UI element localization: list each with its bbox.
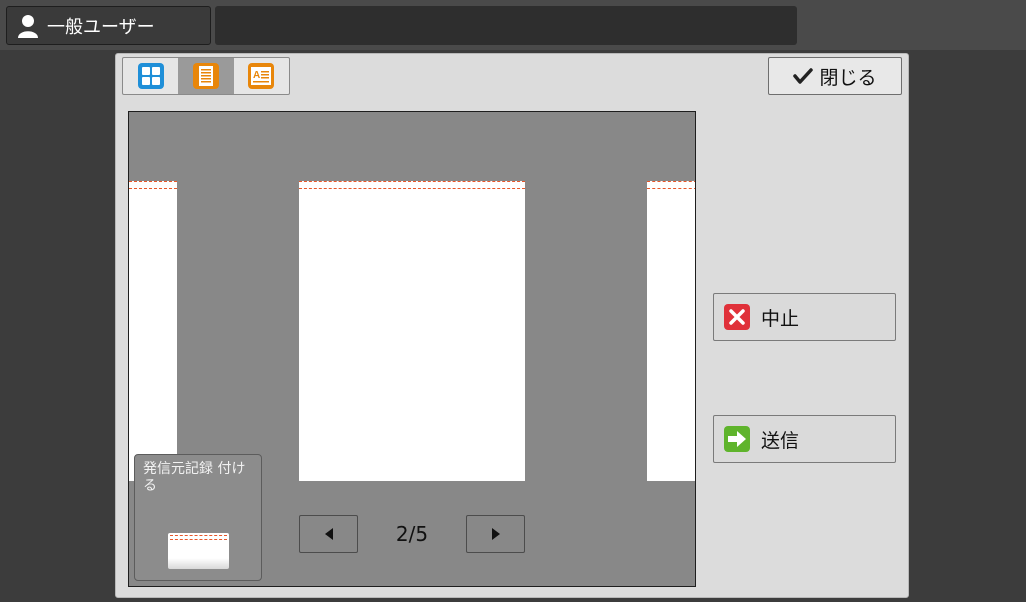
view-mode-tabs: A	[122, 57, 290, 95]
grid-view-icon	[137, 63, 164, 89]
arrow-right-icon	[724, 426, 750, 452]
send-button[interactable]: 送信	[713, 415, 896, 463]
text-page-view-icon: A	[248, 63, 275, 89]
x-icon	[724, 304, 750, 330]
close-button-label: 閉じる	[819, 66, 877, 89]
user-mode-button[interactable]: 一般ユーザー	[6, 6, 211, 45]
close-button[interactable]: 閉じる	[768, 57, 902, 95]
page-counter: 2/5	[395, 522, 429, 546]
send-button-label: 送信	[761, 429, 800, 452]
preview-panel: A 閉じる 発信元記録 付ける 2/5 中止 送信	[115, 53, 909, 598]
user-icon	[18, 14, 38, 38]
triangle-left-icon	[324, 528, 333, 540]
previous-page-button[interactable]	[299, 515, 358, 553]
top-bar: 一般ユーザー	[0, 0, 1026, 50]
next-page-thumbnail[interactable]	[647, 181, 695, 481]
stop-button[interactable]: 中止	[713, 293, 896, 341]
stop-button-label: 中止	[761, 307, 800, 330]
checkmark-icon	[793, 68, 814, 84]
svg-text:A: A	[253, 70, 260, 81]
sender-record-label: 発信元記録 付ける	[143, 461, 246, 494]
sender-record-stamp-box[interactable]: 発信元記録 付ける	[134, 454, 262, 581]
next-page-button[interactable]	[466, 515, 525, 553]
triangle-right-icon	[491, 528, 500, 540]
page-preview-area[interactable]: 発信元記録 付ける 2/5	[128, 111, 696, 587]
previous-page-thumbnail[interactable]	[129, 181, 177, 481]
tab-grid-view[interactable]	[123, 58, 178, 94]
sender-record-thumbnail	[168, 533, 229, 569]
tab-page-view[interactable]	[178, 58, 234, 94]
tab-text-page-view[interactable]: A	[234, 58, 289, 94]
page-view-icon	[192, 63, 219, 89]
message-bar	[215, 6, 797, 45]
current-page-preview	[299, 181, 525, 481]
user-mode-label: 一般ユーザー	[47, 16, 155, 38]
